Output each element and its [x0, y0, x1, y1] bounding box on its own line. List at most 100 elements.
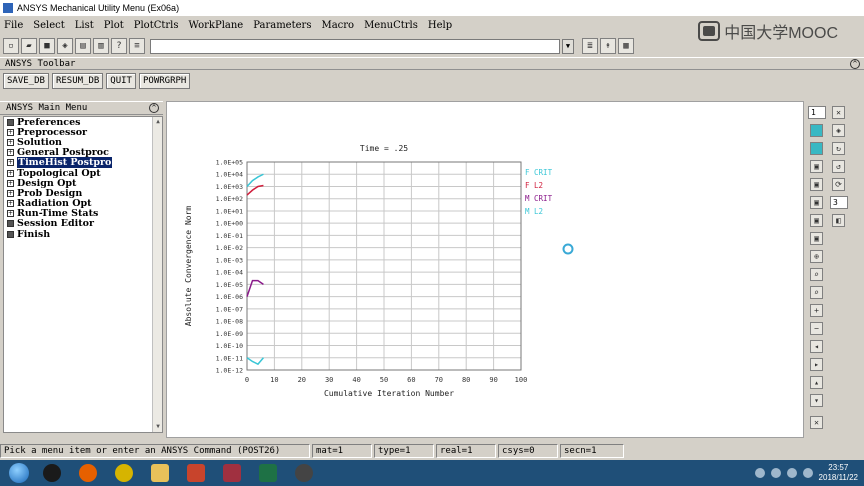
zoom-in-icon[interactable]: +: [810, 304, 823, 317]
pan-zoom-toolbar: 1 ✕ ◈ ↻ ▣ ↺ ▣ ⟳ ▣ 3 ▣ ◧ ▣ ⊕ ⌕ ⌕ + − ◂ ▸ …: [806, 104, 856, 438]
resume-db-button[interactable]: RESUM_DB: [51, 73, 104, 89]
top-view-icon[interactable]: ▣: [810, 178, 823, 191]
menu-item-design-opt[interactable]: + Design Opt: [4, 178, 162, 189]
series-line-2: [246, 279, 264, 297]
report-generator-icon[interactable]: ▥: [93, 38, 109, 54]
bottom-view-icon[interactable]: ▣: [810, 232, 823, 245]
new-file-icon[interactable]: ▫: [3, 38, 19, 54]
menu-plotctrls[interactable]: PlotCtrls: [134, 20, 179, 31]
x-tick-label: 30: [325, 376, 333, 384]
menu-help[interactable]: Help: [428, 20, 452, 31]
main-menu-scrollbar[interactable]: ▲ ▼: [152, 117, 162, 432]
tray-icon-1[interactable]: [754, 468, 765, 478]
taskbar-app2[interactable]: [287, 461, 321, 485]
menu-item-preprocessor[interactable]: + Preprocessor: [4, 127, 162, 138]
menu-item-prob-design[interactable]: + Prob Design: [4, 188, 162, 199]
raise-hidden-icon[interactable]: ≣: [582, 38, 598, 54]
menu-item-topological-opt[interactable]: + Topological Opt: [4, 168, 162, 179]
menu-item-finish[interactable]: Finish: [4, 229, 162, 240]
back-view-icon[interactable]: ▣: [810, 196, 823, 209]
rotate-z-icon[interactable]: ⟳: [832, 178, 845, 191]
iso-view-icon[interactable]: [810, 124, 823, 137]
oblique-view-icon[interactable]: ◈: [832, 124, 845, 137]
window-number-select[interactable]: 1: [808, 106, 826, 119]
toolbar-collapse-icon[interactable]: ^: [850, 58, 860, 69]
menu-file[interactable]: File: [4, 20, 23, 31]
start-button[interactable]: [4, 461, 34, 485]
print-icon[interactable]: ▤: [75, 38, 91, 54]
command-history-icon[interactable]: ≡: [129, 38, 145, 54]
taskbar-qq[interactable]: [35, 461, 69, 485]
right-view-icon[interactable]: ▣: [810, 160, 823, 173]
taskbar-firefox[interactable]: [71, 461, 105, 485]
menu-item-run-time-stats[interactable]: + Run-Time Stats: [4, 208, 162, 219]
menu-list[interactable]: List: [75, 20, 94, 31]
rotate-y-icon[interactable]: ↺: [832, 160, 845, 173]
windows-taskbar: 23:57 2018/11/22: [0, 460, 864, 486]
menu-item-timehist-postpro[interactable]: + TimeHist Postpro: [4, 157, 162, 169]
y-tick-label: 1.0E-08: [216, 318, 243, 326]
pan-down-icon[interactable]: ▾: [810, 394, 823, 407]
quit-button[interactable]: QUIT: [106, 73, 136, 89]
scroll-up-icon[interactable]: ▲: [153, 117, 163, 127]
volume-icon[interactable]: [802, 468, 813, 478]
pan-left-icon[interactable]: ◂: [810, 340, 823, 353]
taskbar-ansys[interactable]: [215, 461, 249, 485]
rotate-x-icon[interactable]: ↻: [832, 142, 845, 155]
menu-item-preferences[interactable]: Preferences: [4, 117, 162, 128]
win-zoom-icon[interactable]: ⌕: [810, 286, 823, 299]
busy-cursor-icon: [562, 243, 574, 255]
x-tick-label: 50: [380, 376, 388, 384]
menu-select[interactable]: Select: [33, 20, 65, 31]
contact-manager-icon[interactable]: ▦: [618, 38, 634, 54]
pan-up-icon[interactable]: ▴: [810, 376, 823, 389]
main-menu-collapse-icon[interactable]: ^: [149, 103, 159, 113]
front-view-icon[interactable]: [810, 142, 823, 155]
tray-icon-2[interactable]: [770, 468, 781, 478]
window-on-off-icon[interactable]: ✕: [832, 106, 845, 119]
x-tick-label: 40: [352, 376, 360, 384]
reset-picking-icon[interactable]: ↟: [600, 38, 616, 54]
zoom-icon[interactable]: ⊕: [810, 250, 823, 263]
fit-icon[interactable]: ✕: [810, 416, 823, 429]
menu-menuctrls[interactable]: MenuCtrls: [364, 20, 418, 31]
help-icon[interactable]: ?: [111, 38, 127, 54]
command-input[interactable]: [150, 38, 560, 54]
y-tick-label: 1.0E-04: [216, 269, 243, 277]
x-tick-label: 20: [298, 376, 306, 384]
pan-right-icon[interactable]: ▸: [810, 358, 823, 371]
zoom-box-icon[interactable]: ⌕: [810, 268, 823, 281]
menu-plot[interactable]: Plot: [104, 20, 124, 31]
left-view-icon[interactable]: ▣: [810, 214, 823, 227]
increment-select[interactable]: 3: [830, 196, 848, 209]
menu-item-general-postproc[interactable]: + General Postproc: [4, 147, 162, 158]
menu-item-radiation-opt[interactable]: + Radiation Opt: [4, 198, 162, 209]
system-clock[interactable]: 23:57 2018/11/22: [819, 463, 858, 483]
taskbar-app[interactable]: [107, 461, 141, 485]
open-folder-icon[interactable]: ▰: [21, 38, 37, 54]
ansys-toolbar-label: ANSYS Toolbar: [5, 58, 76, 69]
taskbar-excel[interactable]: [251, 461, 285, 485]
taskbar-explorer[interactable]: [143, 461, 177, 485]
menu-workplane[interactable]: WorkPlane: [189, 20, 244, 31]
save-db-button[interactable]: SAVE_DB: [3, 73, 49, 89]
pan-zoom-rotate-icon[interactable]: ◈: [57, 38, 73, 54]
scroll-down-icon[interactable]: ▼: [153, 422, 163, 432]
main-menu-header: ANSYS Main Menu ^: [0, 101, 163, 115]
expand-icon: +: [7, 169, 14, 177]
status-type: type=1: [374, 444, 434, 458]
menu-item-solution[interactable]: + Solution: [4, 137, 162, 148]
menu-item-session-editor[interactable]: Session Editor: [4, 218, 162, 229]
menu-parameters[interactable]: Parameters: [253, 20, 311, 31]
command-dropdown-icon[interactable]: ▼: [562, 38, 574, 54]
graphics-window[interactable]: 0 10 20 30 40 50 60 70 80 90 100 1.0E+05 1.0E+04 1.0E…: [166, 101, 804, 438]
tray-icon-3[interactable]: [786, 468, 797, 478]
save-icon[interactable]: ■: [39, 38, 55, 54]
menu-macro[interactable]: Macro: [321, 20, 354, 31]
app2-icon: [295, 464, 313, 482]
zoom-out-icon[interactable]: −: [810, 322, 823, 335]
taskbar-powerpoint[interactable]: [179, 461, 213, 485]
powrgrph-button[interactable]: POWRGRPH: [138, 73, 191, 89]
expand-icon: +: [7, 149, 14, 157]
dynamic-mode-icon[interactable]: ◧: [832, 214, 845, 227]
